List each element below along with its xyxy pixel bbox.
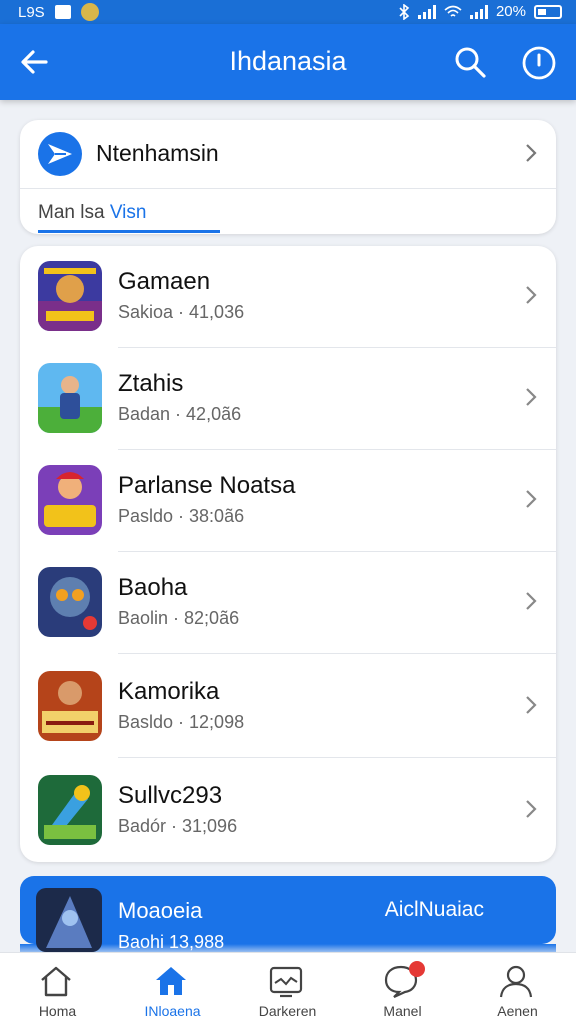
signal-icon bbox=[417, 4, 436, 19]
divider bbox=[118, 653, 556, 654]
chevron-right-icon bbox=[526, 490, 537, 508]
game-icon-3 bbox=[38, 465, 102, 535]
app-bar: Ihdanasia bbox=[0, 24, 576, 100]
selected-entry-card[interactable]: Ntenhamsin Man lsa Visn bbox=[20, 120, 556, 234]
game-icon-1 bbox=[38, 261, 102, 331]
nav-label: Manel bbox=[383, 1003, 422, 1019]
item-name: Parlanse Noatsa bbox=[118, 472, 296, 499]
chevron-right-icon bbox=[526, 144, 537, 162]
mail-icon bbox=[54, 5, 71, 19]
item-name: Baoha bbox=[118, 574, 188, 601]
list-item[interactable]: Sullvc293 Badór · 31;096 bbox=[20, 760, 556, 862]
home-outline-icon bbox=[41, 966, 71, 997]
divider bbox=[118, 757, 556, 758]
list-item[interactable]: Baoha Baolin · 82;0ã6 bbox=[20, 552, 556, 654]
item-subtitle: Basldo · 12;098 bbox=[118, 712, 245, 732]
nav-item-profile[interactable]: Aenen bbox=[460, 953, 575, 1024]
tab-indicator bbox=[38, 230, 220, 233]
nav-label: INloaena bbox=[144, 1003, 201, 1019]
game-icon-6 bbox=[38, 775, 102, 845]
app-icon bbox=[80, 3, 99, 21]
profile-icon bbox=[499, 965, 533, 998]
item-subtitle: Pasldo · 38:0ã6 bbox=[118, 506, 245, 526]
search-icon[interactable] bbox=[452, 44, 488, 80]
entry-name: Ntenhamsin bbox=[96, 140, 219, 166]
featured-name: Moaoeia bbox=[118, 898, 203, 923]
nav-label: Aenen bbox=[497, 1003, 538, 1019]
status-bar: L9S 20% bbox=[0, 0, 576, 24]
nav-item-indonesia[interactable]: INloaena bbox=[115, 953, 230, 1024]
game-icon-5 bbox=[38, 671, 102, 741]
tab-main-view[interactable]: Man lsa Visn bbox=[38, 202, 146, 224]
divider bbox=[20, 188, 556, 189]
item-subtitle: Baolin · 82;0ã6 bbox=[118, 608, 240, 628]
bluetooth-icon bbox=[399, 3, 410, 20]
chevron-right-icon bbox=[526, 696, 537, 714]
item-name: Gamaen bbox=[118, 268, 211, 295]
item-subtitle: Badan · 42,0ã6 bbox=[118, 404, 242, 424]
nav-item-darkeren[interactable]: Darkeren bbox=[230, 953, 345, 1024]
list-item[interactable]: Ztahis Badan · 42,0ã6 bbox=[20, 348, 556, 450]
game-list: Gamaen Sakioa · 41,036 Ztahis Badan · 42… bbox=[20, 246, 556, 862]
page-title: Ihdanasia bbox=[229, 46, 347, 76]
signal-icon-2 bbox=[469, 4, 488, 19]
item-name: Sullvc293 bbox=[118, 782, 223, 809]
list-item[interactable]: Gamaen Sakioa · 41,036 bbox=[20, 246, 556, 348]
status-left-text: L9S bbox=[18, 3, 45, 21]
nav-item-manel[interactable]: Manel bbox=[345, 953, 460, 1024]
monitor-icon bbox=[269, 966, 303, 998]
tab-label: Man lsa bbox=[38, 202, 110, 223]
chevron-right-icon bbox=[526, 286, 537, 304]
send-icon bbox=[38, 132, 82, 176]
list-item[interactable]: Kamorika Basldo · 12;098 bbox=[20, 656, 556, 758]
game-icon-4 bbox=[38, 567, 102, 637]
info-icon[interactable] bbox=[520, 44, 558, 82]
bottom-navigation: Homa INloaena Darkeren Manel Aenen bbox=[0, 952, 576, 1024]
chevron-right-icon bbox=[526, 388, 537, 406]
nav-label: Darkeren bbox=[258, 1003, 317, 1019]
wifi-icon bbox=[444, 5, 462, 17]
featured-action[interactable]: AiclNuaiac bbox=[385, 898, 484, 922]
chevron-right-icon bbox=[526, 592, 537, 610]
featured-game-icon bbox=[36, 888, 102, 952]
item-subtitle: Sakioa · 41,036 bbox=[118, 302, 245, 322]
home-filled-icon bbox=[156, 967, 186, 995]
chevron-right-icon bbox=[526, 800, 537, 818]
tab-label-highlight: Visn bbox=[109, 202, 147, 223]
battery-icon bbox=[534, 4, 562, 19]
game-icon-2 bbox=[38, 363, 102, 433]
list-item[interactable]: Parlanse Noatsa Pasldo · 38:0ã6 bbox=[20, 450, 556, 552]
item-name: Kamorika bbox=[118, 678, 220, 705]
item-subtitle: Badór · 31;096 bbox=[118, 816, 238, 836]
item-name: Ztahis bbox=[118, 370, 184, 397]
notification-badge bbox=[409, 961, 425, 977]
nav-label: Homa bbox=[38, 1003, 77, 1019]
nav-item-home[interactable]: Homa bbox=[0, 953, 115, 1024]
battery-percent: 20% bbox=[495, 3, 526, 20]
featured-subtitle: Baohi 13,988 bbox=[118, 932, 225, 952]
